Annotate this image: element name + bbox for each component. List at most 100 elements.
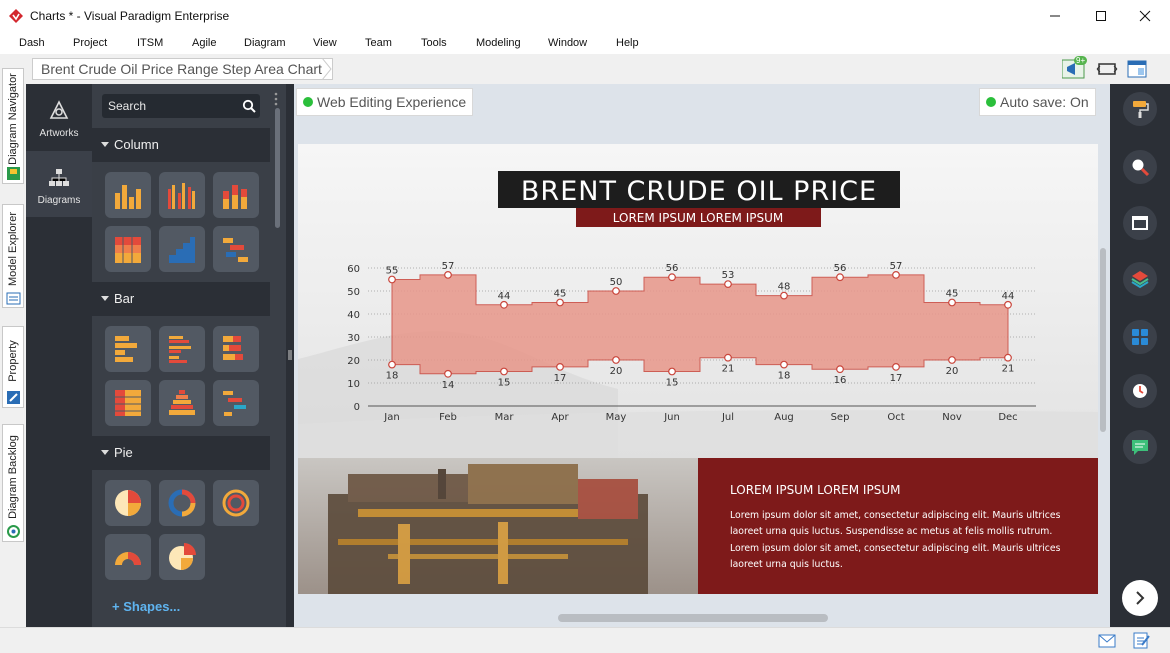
zoom-button[interactable] (1123, 150, 1157, 184)
high-point (612, 287, 620, 295)
menu-agile[interactable]: Agile (192, 37, 216, 49)
stacked-column-icon (223, 185, 247, 209)
backlog-icon (7, 525, 20, 538)
panel-scrollbar[interactable] (275, 108, 280, 228)
next-button[interactable] (1122, 580, 1158, 616)
close-button[interactable] (1122, 0, 1168, 32)
exploded-pie-icon (169, 543, 196, 570)
minimize-button[interactable] (1032, 0, 1078, 32)
menu-help[interactable]: Help (616, 37, 639, 49)
search-input[interactable] (108, 98, 238, 114)
shape-column-gantt[interactable] (213, 226, 259, 272)
stacked-bar-icon (223, 336, 243, 360)
menu-tools[interactable]: Tools (421, 37, 447, 49)
diagram-canvas[interactable]: Web Editing Experience Auto save: On BRE… (294, 84, 1110, 627)
low-point (444, 369, 452, 378)
breadcrumb-bar: Brent Crude Oil Price Range Step Area Ch… (26, 54, 1170, 84)
gantt-column-icon (223, 238, 248, 262)
menu-window[interactable]: Window (548, 37, 587, 49)
menu-project[interactable]: Project (73, 37, 107, 49)
shape-column-stacked[interactable] (213, 172, 259, 218)
oil-rig-illustration (328, 464, 648, 594)
tab-model-explorer[interactable]: Model Explorer (2, 204, 24, 308)
info-heading: LOREM IPSUM LOREM IPSUM (730, 483, 900, 497)
fit-page-button[interactable] (1096, 58, 1118, 80)
layout-button[interactable] (1126, 58, 1148, 80)
high-point (668, 273, 676, 282)
tab-label: Diagram Navigator (7, 73, 19, 165)
section-pie[interactable]: Pie (92, 436, 270, 470)
chat-bubble-icon (1132, 440, 1148, 455)
panel-splitter[interactable] (286, 84, 294, 627)
status-dot (303, 97, 313, 107)
y-tick-label: 50 (347, 287, 360, 298)
shape-bar-grouped[interactable] (159, 326, 205, 372)
breadcrumb[interactable]: Brent Crude Oil Price Range Step Area Ch… (32, 58, 333, 80)
nav-diagrams[interactable]: Diagrams (26, 151, 92, 217)
shape-bar-basic[interactable] (105, 326, 151, 372)
low-point (892, 362, 900, 371)
panel-drag-handle-icon[interactable] (274, 92, 278, 106)
menu-view[interactable]: View (313, 37, 337, 49)
section-column[interactable]: Column (92, 128, 270, 162)
shape-bar-percent[interactable] (105, 380, 151, 426)
frame-button[interactable] (1123, 206, 1157, 240)
menu-diagram[interactable]: Diagram (244, 37, 286, 49)
nav-artworks[interactable]: Artworks (26, 84, 92, 150)
tab-diagram-backlog[interactable]: Diagram Backlog (2, 424, 24, 542)
menu-itsm[interactable]: ITSM (137, 37, 163, 49)
low-point (836, 365, 844, 374)
x-tick-label: Sep (831, 412, 850, 423)
shape-pie-exploded[interactable] (159, 534, 205, 580)
x-tick-label: Feb (439, 412, 457, 423)
data-label: 17 (890, 373, 903, 384)
format-painter-button[interactable] (1123, 92, 1157, 126)
data-label: 21 (1002, 364, 1015, 375)
bar-chart-icon (115, 336, 137, 362)
horizontal-scrollbar[interactable] (558, 614, 828, 622)
web-editing-badge[interactable]: Web Editing Experience (296, 88, 474, 116)
shape-bar-stacked[interactable] (213, 326, 259, 372)
navigator-icon (7, 167, 20, 180)
shape-bar-gantt[interactable] (213, 380, 259, 426)
section-label: Column (114, 137, 159, 152)
menu-modeling[interactable]: Modeling (476, 37, 521, 49)
comments-button[interactable] (1123, 430, 1157, 464)
data-label: 21 (722, 364, 735, 375)
y-tick-label: 20 (347, 356, 360, 367)
window-title: Charts * - Visual Paradigm Enterprise (30, 9, 230, 23)
poster-document[interactable]: BRENT CRUDE OIL PRICE LOREM IPSUM LOREM … (298, 144, 1098, 594)
layers-button[interactable] (1123, 262, 1157, 296)
tab-diagram-navigator[interactable]: Diagram Navigator (2, 68, 24, 184)
low-point (388, 360, 396, 369)
auto-save-badge[interactable]: Auto save: On (979, 88, 1096, 116)
tab-label: Diagram Backlog (7, 435, 19, 519)
y-tick-label: 40 (347, 310, 360, 321)
tab-label: Property (7, 340, 19, 382)
magnifier-icon (1132, 159, 1150, 177)
shape-column-grouped[interactable] (159, 172, 205, 218)
shape-column-percent[interactable] (105, 226, 151, 272)
search-icon[interactable] (242, 99, 256, 113)
shape-column-basic[interactable] (105, 172, 151, 218)
notes-icon[interactable] (1132, 631, 1150, 649)
menu-team[interactable]: Team (365, 37, 392, 49)
layout-panels-button[interactable] (1123, 320, 1157, 354)
shape-pie-ring[interactable] (213, 480, 259, 526)
shape-pie-half[interactable] (105, 534, 151, 580)
shape-column-step[interactable] (159, 226, 205, 272)
tab-property[interactable]: Property (2, 326, 24, 408)
left-side-tabs: Diagram Navigator Model Explorer Propert… (0, 54, 26, 629)
shape-pie-donut[interactable] (159, 480, 205, 526)
mail-icon[interactable] (1098, 634, 1116, 648)
shapes-link[interactable]: + Shapes... (112, 599, 180, 614)
maximize-button[interactable] (1078, 0, 1124, 32)
shape-bar-pyramid[interactable] (159, 380, 205, 426)
section-bar[interactable]: Bar (92, 282, 270, 316)
vertical-scrollbar[interactable] (1100, 248, 1106, 432)
history-button[interactable] (1123, 374, 1157, 408)
menu-dash[interactable]: Dash (19, 37, 45, 49)
shape-pie-basic[interactable] (105, 480, 151, 526)
y-tick-label: 60 (347, 264, 360, 275)
announcement-button[interactable]: 9+ (1061, 56, 1088, 80)
